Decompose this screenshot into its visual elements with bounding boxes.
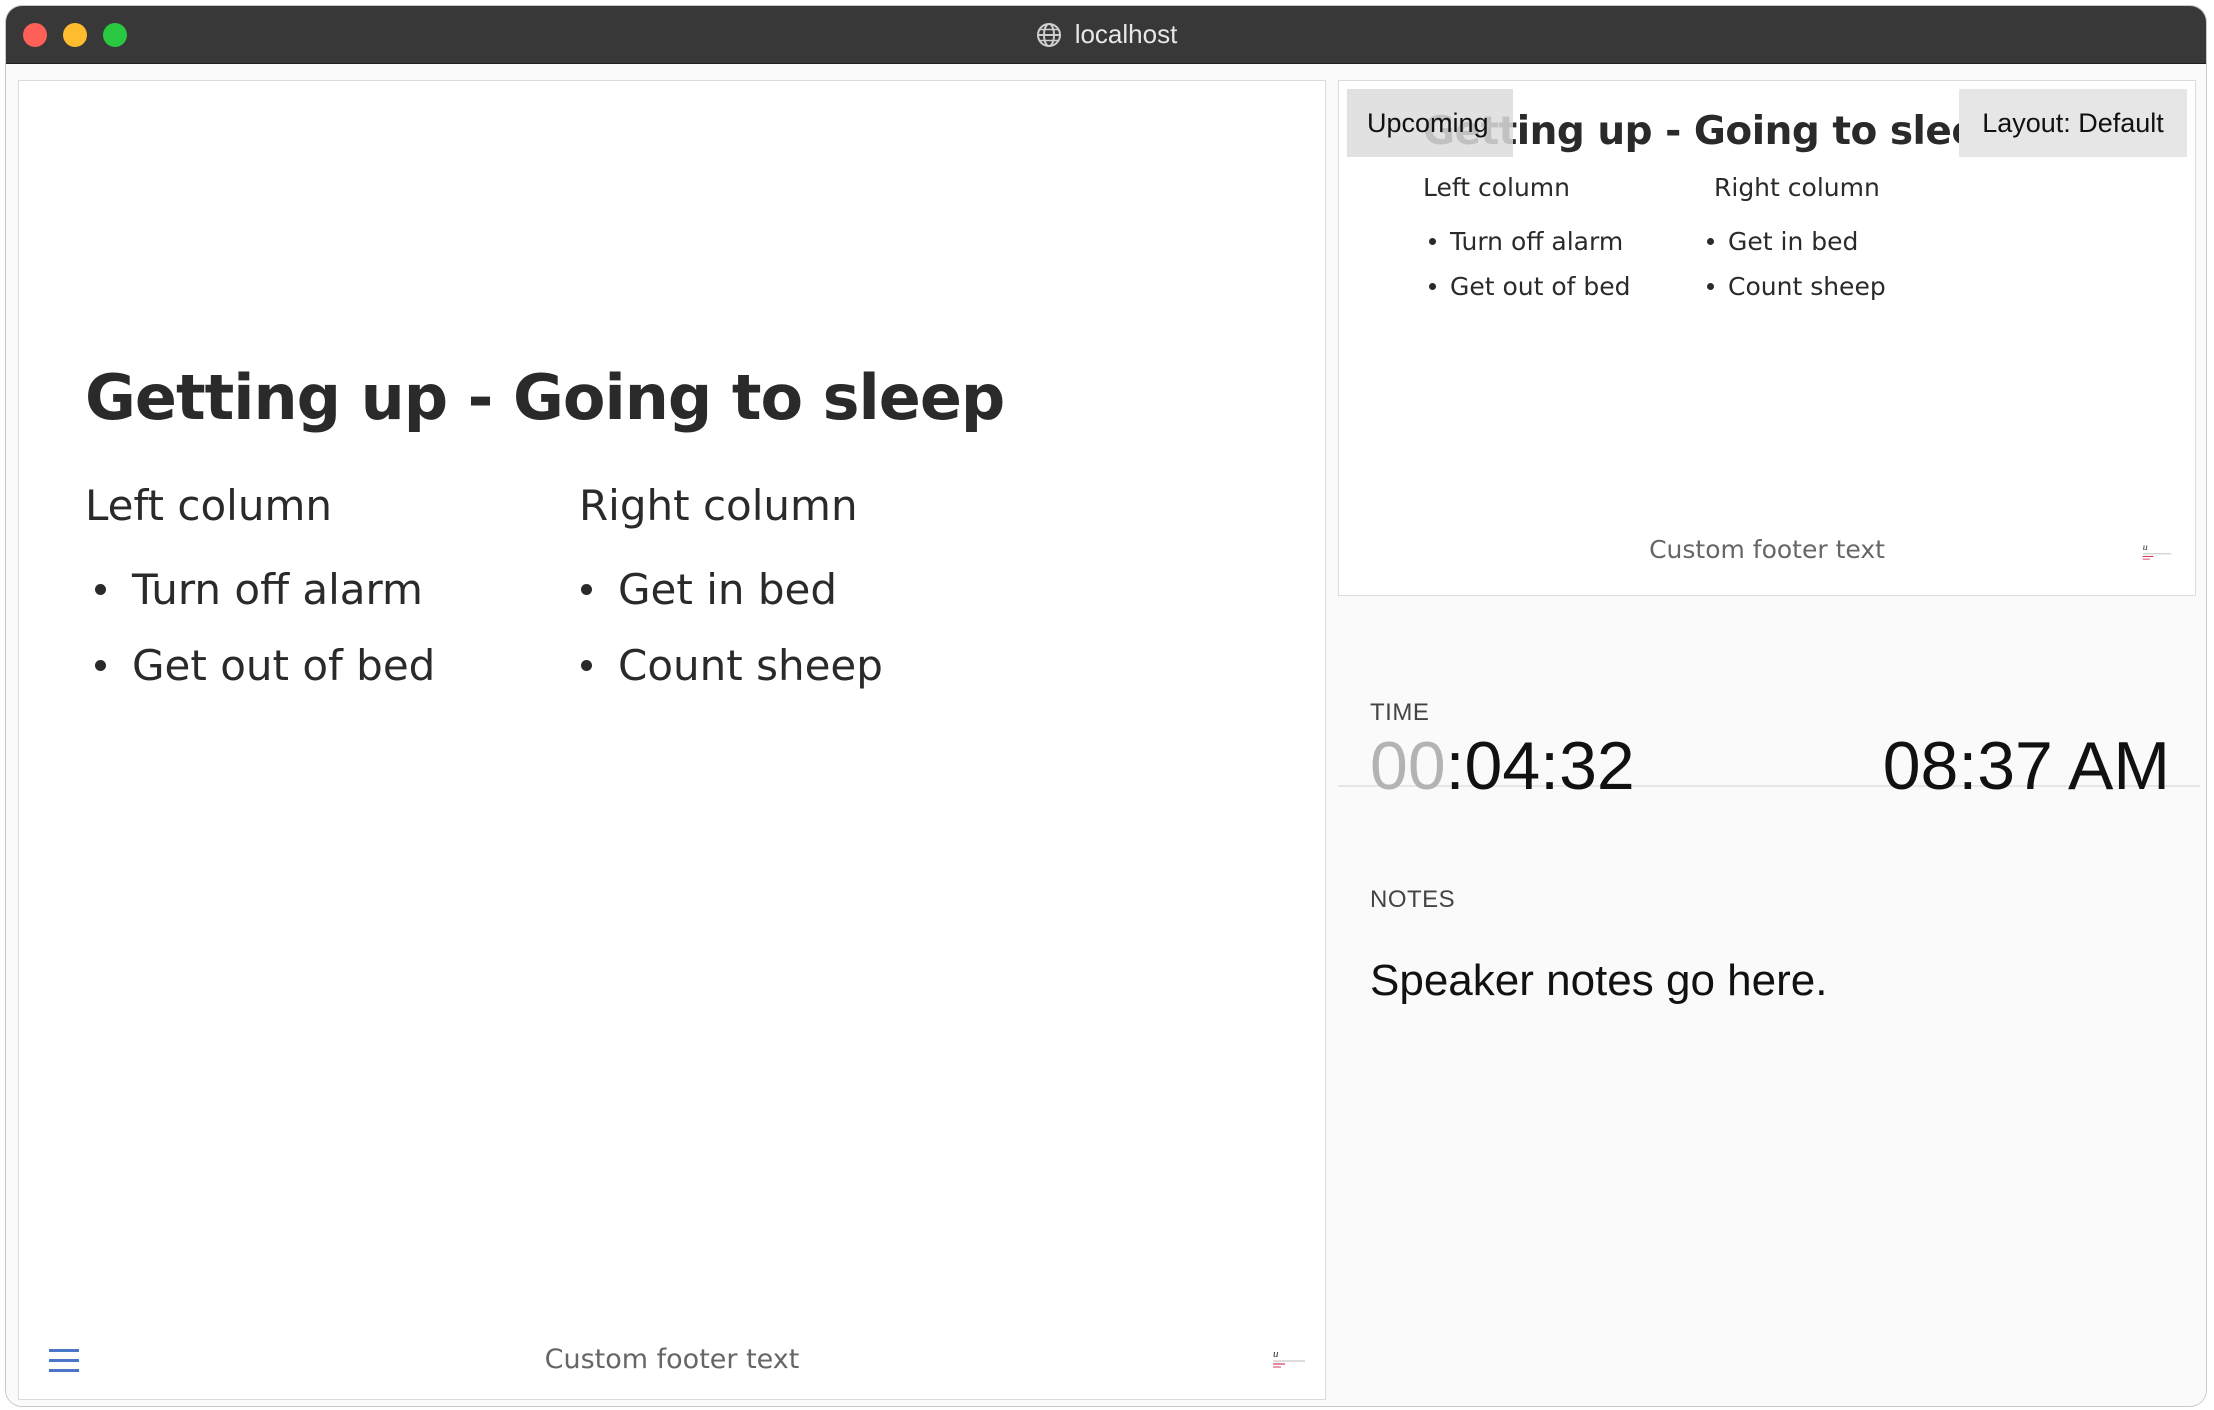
logo-mark-icon: u [2142, 542, 2172, 560]
speaker-notes: Speaker notes go here. [1370, 956, 1828, 1005]
upcoming-button[interactable]: Upcoming [1347, 89, 1513, 157]
preview-footer: Custom footer text [1649, 535, 1885, 564]
bullet-icon [1429, 238, 1436, 245]
preview-right-column-heading: Right column [1714, 173, 1880, 202]
presenter-view: Getting up - Going to sleep Left column … [6, 64, 2206, 1406]
list-item: Get out of bed [1423, 264, 1631, 309]
list-item: Turn off alarm [1423, 219, 1631, 264]
time-label: TIME [1370, 699, 1430, 726]
layout-button[interactable]: Layout: Default [1959, 89, 2187, 157]
left-column-heading: Left column [85, 481, 332, 530]
time-panel: TIME 00:04:32 08:37 AM [1338, 609, 2200, 804]
bullet-icon [581, 659, 592, 671]
globe-icon [1036, 22, 1061, 47]
list-item: Count sheep [1701, 264, 1886, 309]
svg-text:u: u [2143, 542, 2148, 553]
current-slide[interactable]: Getting up - Going to sleep Left column … [18, 80, 1326, 1400]
preview-left-column-heading: Left column [1423, 173, 1571, 202]
slide-footer: Custom footer text [544, 1344, 800, 1375]
browser-window: localhost Getting up - Going to sleep Le… [6, 6, 2206, 1406]
preview-right-column-list: Get in bed Count sheep [1701, 219, 1886, 309]
notes-panel: NOTES Speaker notes go here. [1338, 786, 2200, 1406]
bullet-icon [95, 583, 106, 595]
left-column-list: Turn off alarm Get out of bed [85, 551, 435, 703]
bullet-icon [1707, 283, 1714, 290]
list-item: Get in bed [571, 551, 883, 627]
slide-title: Getting up - Going to sleep [85, 361, 1005, 434]
title-bar: localhost [6, 6, 2206, 64]
logo-mark-icon: u [1273, 1348, 1305, 1368]
bullet-icon [95, 659, 106, 671]
bullet-icon [1429, 283, 1436, 290]
right-column-heading: Right column [579, 481, 858, 530]
list-item: Get out of bed [85, 627, 435, 703]
right-column-list: Get in bed Count sheep [571, 551, 883, 703]
upcoming-slide-preview[interactable]: Getting up - Going to sleep Left column … [1338, 80, 2196, 596]
notes-label: NOTES [1370, 886, 1456, 913]
svg-text:u: u [1273, 1348, 1279, 1360]
list-item: Count sheep [571, 627, 883, 703]
list-item: Turn off alarm [85, 551, 435, 627]
bullet-icon [1707, 238, 1714, 245]
window-title: localhost [1074, 19, 1178, 49]
title-area: localhost [6, 6, 2206, 63]
list-item: Get in bed [1701, 219, 1886, 264]
preview-left-column-list: Turn off alarm Get out of bed [1423, 219, 1631, 309]
hamburger-menu-icon[interactable] [49, 1349, 79, 1373]
bullet-icon [581, 583, 592, 595]
